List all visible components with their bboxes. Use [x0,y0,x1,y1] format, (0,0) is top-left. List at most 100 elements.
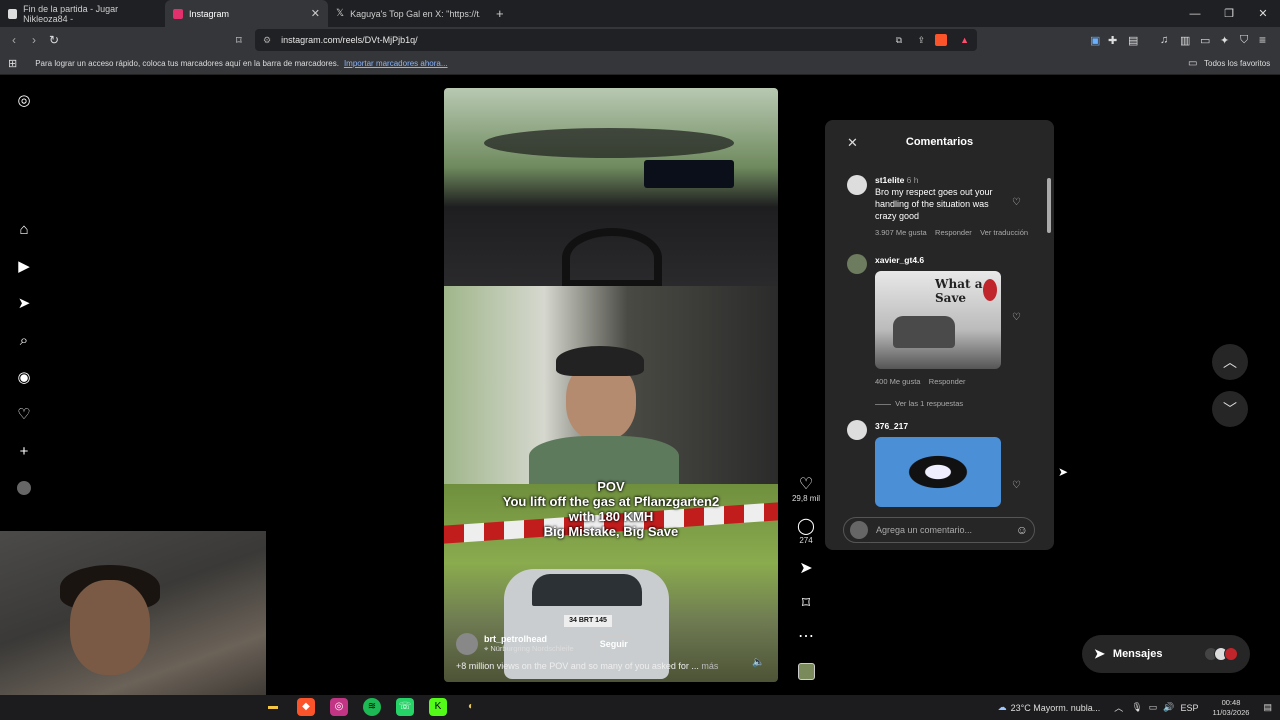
brave-icon[interactable]: ◆ [297,698,315,716]
like-comment-icon[interactable]: ♡ [1012,480,1021,491]
tab-nikleoza[interactable]: Fin de la partida - Jugar Nikleoza84 - [0,0,165,27]
reels-icon[interactable]: ▶ [15,258,33,276]
comments-scrollbar[interactable] [1047,178,1051,233]
reply-link[interactable]: Responder [929,377,966,386]
commenter-avatar[interactable] [847,420,867,440]
system-tray: ☁ 23°C Mayorm. nubla... ︿ 🎙 ▭ 🔊 ESP 00:4… [998,695,1280,720]
brave-shield-icon[interactable] [935,34,947,46]
whatsapp-icon[interactable]: ☏ [396,698,414,716]
comment-username[interactable]: st1elite 6 h [875,175,919,185]
volume-tray-icon[interactable]: 🔊 [1163,702,1174,713]
tab-title: Fin de la partida - Jugar Nikleoza84 - [23,3,119,24]
next-reel-button[interactable]: ﹀ [1212,391,1248,427]
comment-action[interactable]: ◯ 274 [790,516,822,545]
emoji-icon[interactable]: ☺ [1016,523,1028,537]
address-bar[interactable]: ⚙ instagram.com/reels/DVt-MjPjb1q/ ⧉ ⇪ ▲ [255,29,977,51]
comment-username[interactable]: 376_217 [875,421,908,431]
network-icon[interactable]: ▭ [1149,702,1158,713]
close-tab-icon[interactable]: ✕ [311,7,320,20]
commenter-avatar[interactable] [847,254,867,274]
send-icon[interactable]: ➤ [15,295,33,313]
more-dots-icon[interactable]: ⋯ [790,626,822,646]
instagram-icon[interactable]: ◎ [15,92,33,110]
heart-icon[interactable]: ♡ [790,474,822,494]
instagram-app-icon[interactable]: ◎ [330,698,348,716]
send-icon[interactable]: ➤ [790,558,822,578]
explore-icon[interactable]: ◉ [15,369,33,387]
weather-icon[interactable]: ☁ [998,702,1007,713]
media-icon[interactable]: ▤ [1128,34,1138,47]
comment-input[interactable]: Agrega un comentario... ☺ [843,517,1035,543]
music-icon[interactable]: ♫ [1160,34,1168,46]
home-icon[interactable]: ⌂ [15,221,33,239]
messages-button[interactable]: ➤ Mensajes [1082,635,1250,673]
send-icon: ➤ [1094,646,1105,661]
wallet-icon[interactable]: ▭ [1200,34,1210,47]
tray-chevron-icon[interactable]: ︿ [1114,701,1123,714]
kick-icon[interactable]: K [429,698,447,716]
author-avatar[interactable] [456,633,478,655]
translate-link[interactable]: Ver traducción [980,228,1028,237]
volume-icon[interactable]: 🔈 [752,657,764,668]
follow-button[interactable]: Seguir [593,636,634,652]
menu-icon[interactable]: ≡ [1259,33,1266,47]
leo-ai-icon[interactable]: ✦ [1220,34,1229,47]
brave-rewards-icon[interactable]: ▲ [960,35,969,45]
extensions-icon[interactable]: ▣ [1090,34,1100,47]
like-action[interactable]: ♡ 29,8 mil [790,474,822,503]
reel-location[interactable]: Nürburgring Nordschleife [490,644,573,653]
author-username[interactable]: brt_petrolhead [484,634,574,644]
reel-video[interactable]: 34 BRT 145 POV You lift off the gas at P… [444,88,778,682]
previous-reel-button[interactable]: ︿ [1212,344,1248,380]
reply-link[interactable]: Responder [935,228,972,237]
tab-instagram[interactable]: Instagram ✕ [165,0,328,27]
vpn-icon[interactable]: ⛉ [1240,34,1248,47]
restore-icon[interactable]: ❐ [1212,7,1246,20]
spotify-icon[interactable]: ≋ [363,698,381,716]
language-indicator[interactable]: ESP [1180,703,1198,713]
bookmark-icon[interactable]: ⌑ [790,593,822,613]
apps-grid-icon[interactable]: ⊞ [8,57,17,70]
reel-caption[interactable]: +8 million views on the POV and so many … [456,661,756,671]
back-icon[interactable]: ‹ [4,33,24,47]
bookmark-page-icon[interactable]: ⌑ [236,34,242,47]
comment-username[interactable]: xavier_gt4.6 [875,255,924,265]
save-action[interactable]: ⌑ [790,593,822,613]
forward-icon[interactable]: › [24,33,44,47]
all-bookmarks-label[interactable]: Todos los favoritos [1204,59,1270,68]
close-window-icon[interactable]: ✕ [1246,7,1280,20]
tab-x[interactable]: 𝕏 Kaguya's Top Gal en X: "https://t.co/.… [328,0,488,27]
plus-icon[interactable]: + [15,443,33,461]
comment-gif[interactable]: What a Save [875,271,1001,369]
view-replies-link[interactable]: Ver las 1 respuestas [875,399,963,408]
like-comment-icon[interactable]: ♡ [1012,312,1021,323]
site-info-icon[interactable]: ⚙ [263,35,271,46]
import-bookmarks-link[interactable]: Importar marcadores ahora... [344,59,448,68]
heart-icon[interactable]: ♡ [15,406,33,424]
file-explorer-icon[interactable]: ▬ [264,698,282,716]
like-comment-icon[interactable]: ♡ [1012,197,1021,208]
puzzle-icon[interactable]: ✚ [1108,34,1117,47]
more-options[interactable]: ⋯ [790,626,822,646]
comment-placeholder: Agrega un comentario... [876,525,973,535]
open-external-icon[interactable]: ⧉ [896,35,902,46]
weather-text[interactable]: 23°C Mayorm. nubla... [1011,703,1101,713]
comment-item: st1elite 6 h Bro my respect goes out you… [847,175,1037,245]
audio-thumbnail[interactable] [798,663,815,680]
mic-icon[interactable]: 🎙 [1131,702,1142,713]
comment-gif[interactable] [875,437,1001,507]
more-link[interactable]: más [701,661,718,671]
minimize-icon[interactable]: — [1178,8,1212,20]
reload-icon[interactable]: ↻ [44,33,64,47]
search-icon[interactable]: ⌕ [15,332,33,350]
new-tab-button[interactable]: + [496,6,504,21]
profile-avatar[interactable] [17,481,31,495]
notifications-icon[interactable]: ▤ [1263,702,1272,713]
share-icon[interactable]: ⇪ [917,35,925,46]
sidebar-icon[interactable]: ▥ [1180,34,1190,47]
clock[interactable]: 00:48 11/03/2026 [1213,698,1250,718]
commenter-avatar[interactable] [847,175,867,195]
comment-icon[interactable]: ◯ [790,516,822,536]
share-action[interactable]: ➤ [790,558,822,578]
obs-icon[interactable]: ◐ [462,698,480,716]
